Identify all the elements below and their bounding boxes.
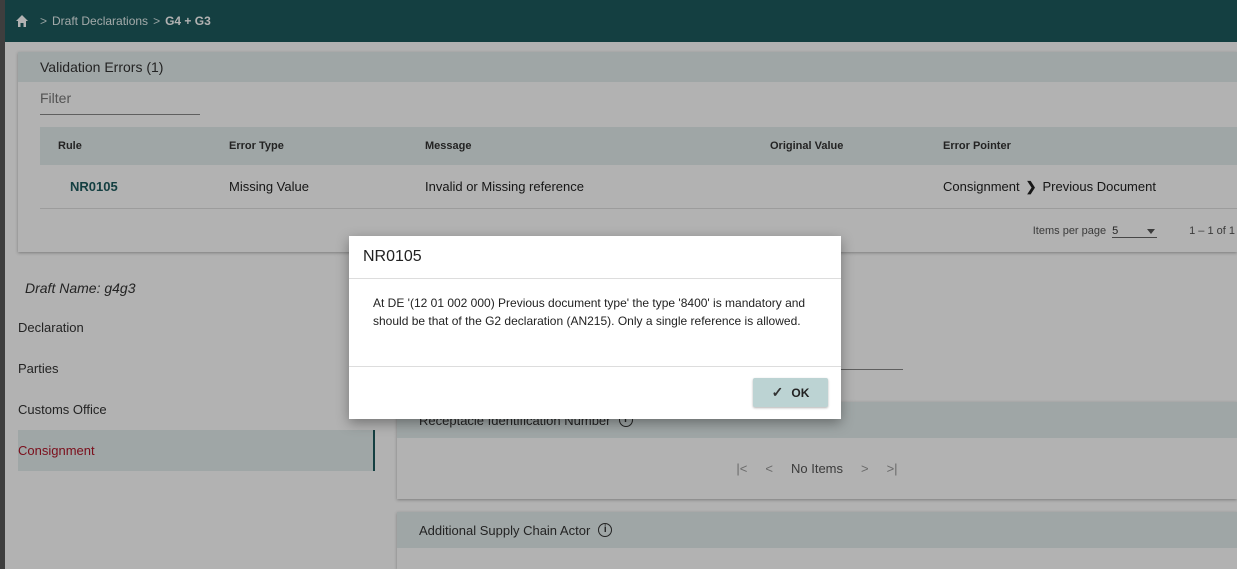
dialog-title: NR0105 bbox=[349, 236, 841, 279]
check-icon: ✓ bbox=[771, 384, 784, 400]
ok-label: OK bbox=[791, 385, 810, 400]
dialog-message: At DE '(12 01 002 000) Previous document… bbox=[349, 279, 841, 367]
error-dialog: NR0105 At DE '(12 01 002 000) Previous d… bbox=[349, 236, 841, 419]
ok-button[interactable]: ✓ OK bbox=[753, 378, 828, 407]
dialog-actions: ✓ OK bbox=[349, 367, 841, 418]
